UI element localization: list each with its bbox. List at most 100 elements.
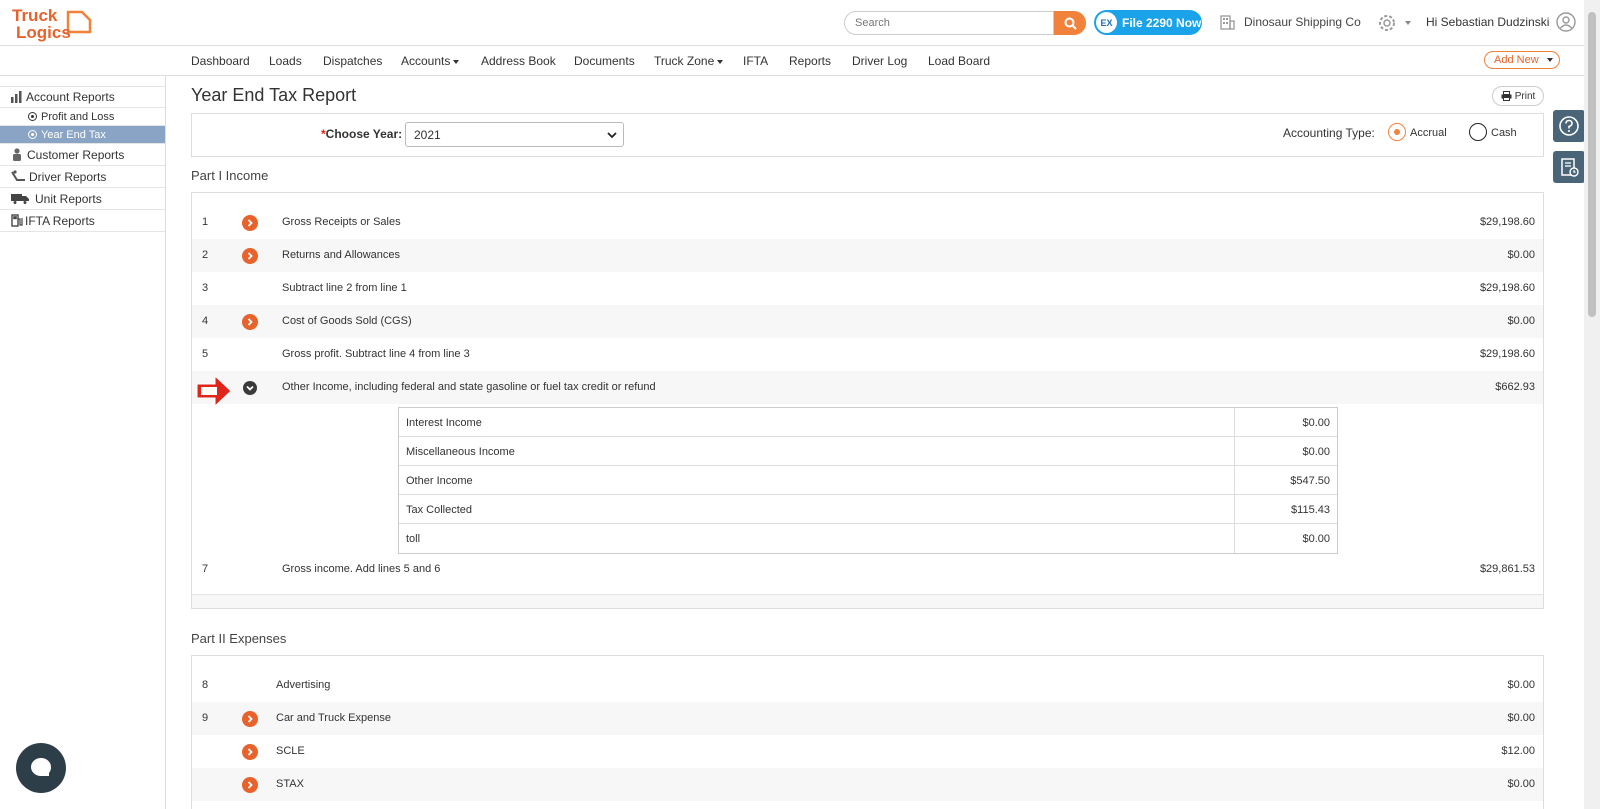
sidebar-item-profit-and-loss[interactable]: Profit and Loss <box>0 108 165 126</box>
report-filters: *Choose Year: 2021 Accounting Type: Accr… <box>191 113 1544 157</box>
nav-dispatches[interactable]: Dispatches <box>323 54 382 68</box>
user-avatar-icon[interactable] <box>1556 12 1576 32</box>
nav-ifta[interactable]: IFTA <box>743 54 768 68</box>
bullet-icon <box>28 112 37 121</box>
nav-accounts[interactable]: Accounts <box>401 54 460 68</box>
search-input[interactable] <box>844 11 1054 35</box>
line-label: Car and Truck Expense <box>276 712 391 724</box>
chevron-down-icon <box>607 132 617 139</box>
expand-row-button[interactable] <box>242 248 258 264</box>
truck-logics-logo[interactable]: Truck Logics <box>10 4 96 42</box>
file-2290-button[interactable]: EX File 2290 Now <box>1094 10 1202 35</box>
choose-year-label: *Choose Year: <box>321 127 402 141</box>
line-amount: $29,198.60 <box>1479 282 1535 294</box>
user-greeting[interactable]: Hi Sebastian Dudzinski <box>1426 15 1549 29</box>
page-title: Year End Tax Report <box>191 85 357 105</box>
line-number: 8 <box>202 679 209 691</box>
accrual-radio[interactable] <box>1388 123 1406 141</box>
expand-row-button[interactable] <box>242 711 258 727</box>
scrollbar-thumb[interactable] <box>1588 12 1596 317</box>
main-nav: Dashboard Loads Dispatches Accounts Addr… <box>0 46 1584 76</box>
cash-label[interactable]: Cash <box>1491 127 1517 139</box>
search-bar <box>844 11 1086 35</box>
line-label: Gross Receipts or Sales <box>282 216 401 228</box>
expand-row-button[interactable] <box>242 314 258 330</box>
breakdown-label: Tax Collected <box>406 504 473 516</box>
nav-loads[interactable]: Loads <box>269 54 302 68</box>
nav-truck-zone[interactable]: Truck Zone <box>654 54 724 68</box>
sidebar-item-driver-reports[interactable]: Driver Reports <box>0 166 165 188</box>
sidebar-item-year-end-tax[interactable]: Year End Tax <box>0 126 165 144</box>
file-2290-label: File 2290 Now <box>1122 15 1202 30</box>
nav-address-book[interactable]: Address Book <box>481 54 556 68</box>
line-number: 5 <box>202 348 209 360</box>
nav-dashboard[interactable]: Dashboard <box>191 54 250 68</box>
year-select-value: 2021 <box>414 127 441 142</box>
expand-row-button[interactable] <box>242 744 258 760</box>
table-footer <box>192 594 1543 608</box>
nav-driver-log[interactable]: Driver Log <box>852 54 907 68</box>
column-divider <box>1234 495 1235 523</box>
line-amount: $0.00 <box>1507 778 1535 790</box>
collapse-row-button[interactable] <box>243 381 257 395</box>
table-row: SCLE $12.00 <box>192 735 1543 768</box>
sidebar-item-label: Profit and Loss <box>41 110 115 123</box>
sidebar-item-ifta-reports[interactable]: IFTA Reports <box>0 210 165 232</box>
help-icon <box>1559 116 1579 136</box>
print-button[interactable]: Print <box>1492 86 1544 106</box>
sidebar-item-account-reports[interactable]: Account Reports <box>0 86 165 108</box>
chevron-right-icon <box>247 748 253 756</box>
search-button[interactable] <box>1054 11 1086 35</box>
line-label: Subtract line 2 from line 1 <box>282 282 407 294</box>
line-label: STAX <box>276 778 304 790</box>
breakdown-amount: $115.43 <box>1291 504 1330 516</box>
nav-load-board[interactable]: Load Board <box>928 54 990 68</box>
line-amount: $0.00 <box>1507 315 1535 327</box>
column-divider <box>1234 466 1235 494</box>
driver-icon <box>11 170 25 181</box>
gear-icon <box>1379 15 1395 31</box>
chat-button[interactable] <box>16 743 66 793</box>
company-name[interactable]: Dinosaur Shipping Co <box>1244 15 1361 29</box>
settings-menu[interactable] <box>1376 12 1411 34</box>
logo-text-2: Logics <box>16 23 71 42</box>
document-icon <box>1561 158 1579 177</box>
nav-documents[interactable]: Documents <box>574 54 635 68</box>
person-icon <box>13 148 21 161</box>
chevron-right-icon <box>247 781 253 789</box>
line-amount: $662.93 <box>1495 381 1535 393</box>
line-label: Gross income. Add lines 5 and 6 <box>282 563 441 575</box>
breakdown-label: Other Income <box>406 475 473 487</box>
breakdown-label: toll <box>406 533 421 545</box>
chevron-right-icon <box>247 252 253 260</box>
accrual-label[interactable]: Accrual <box>1410 127 1447 139</box>
nav-truck-zone-label: Truck Zone <box>654 54 715 68</box>
breakdown-row: Miscellaneous Income $0.00 <box>399 437 1337 466</box>
table-row: 1 Gross Receipts or Sales $29,198.60 <box>192 206 1543 239</box>
add-new-button[interactable]: Add New <box>1484 51 1560 69</box>
breakdown-amount: $547.50 <box>1290 475 1330 487</box>
expand-row-button[interactable] <box>242 215 258 231</box>
help-button[interactable] <box>1553 110 1585 142</box>
sidebar-item-customer-reports[interactable]: Customer Reports <box>0 144 165 166</box>
bullet-icon <box>28 130 37 139</box>
year-select[interactable]: 2021 <box>405 122 624 147</box>
sidebar-item-label: Account Reports <box>26 90 115 104</box>
chevron-down-icon <box>1405 21 1411 25</box>
line-amount: $0.00 <box>1507 712 1535 724</box>
table-row: 4 Cost of Goods Sold (CGS) $0.00 <box>192 305 1543 338</box>
chevron-down-icon <box>1546 58 1553 62</box>
vertical-scrollbar[interactable] <box>1584 0 1600 809</box>
nav-reports[interactable]: Reports <box>789 54 831 68</box>
search-icon <box>1064 17 1077 30</box>
expand-row-button[interactable] <box>242 777 258 793</box>
line-number: 4 <box>202 315 209 327</box>
chevron-right-icon <box>247 715 253 723</box>
fuel-pump-icon <box>11 214 23 227</box>
report-help-button[interactable] <box>1553 151 1585 183</box>
table-row: STAX $0.00 <box>192 768 1543 801</box>
choose-year-text: Choose Year: <box>325 127 403 141</box>
table-row: 9 Car and Truck Expense $0.00 <box>192 702 1543 735</box>
cash-radio[interactable] <box>1469 123 1487 141</box>
sidebar-item-unit-reports[interactable]: Unit Reports <box>0 188 165 210</box>
